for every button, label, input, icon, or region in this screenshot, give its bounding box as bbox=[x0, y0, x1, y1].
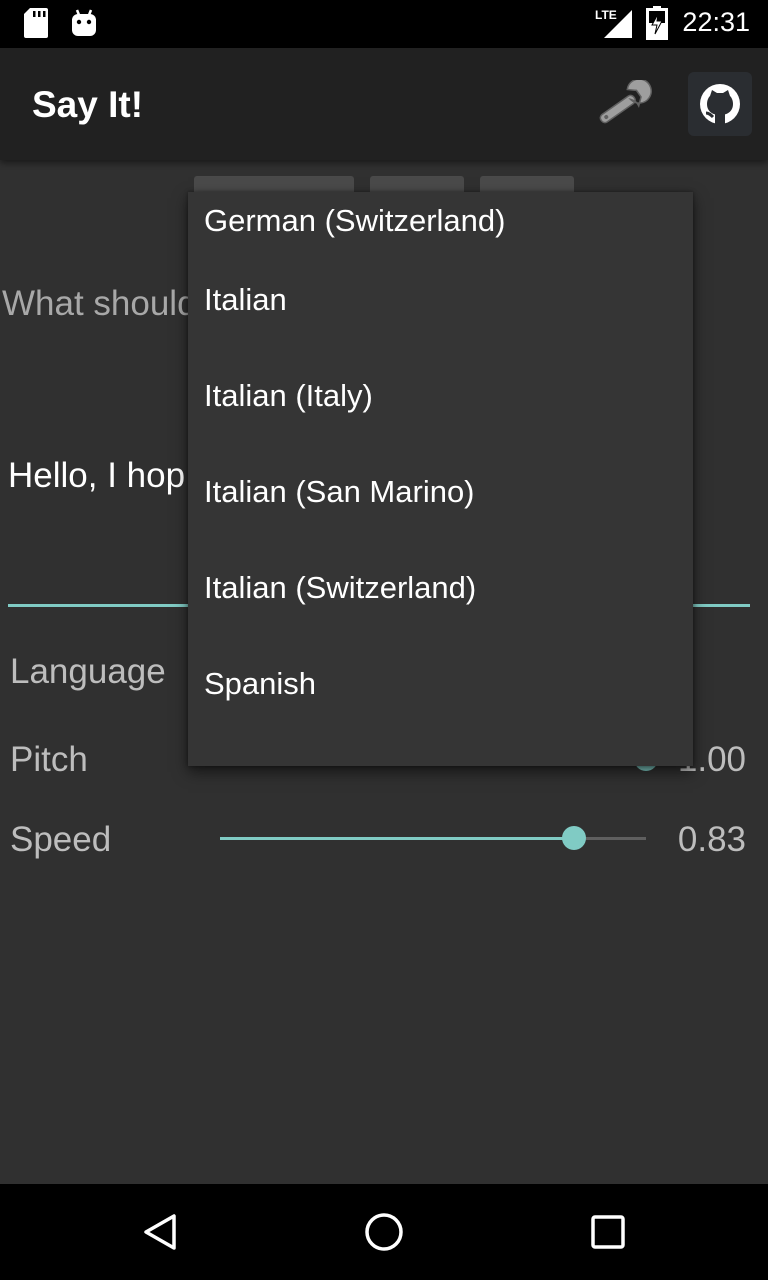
home-icon[interactable] bbox=[360, 1208, 408, 1256]
language-option[interactable]: Spanish bbox=[188, 636, 693, 732]
github-button[interactable] bbox=[688, 72, 752, 136]
back-icon[interactable] bbox=[136, 1208, 184, 1256]
speed-slider-thumb[interactable] bbox=[561, 826, 586, 850]
android-icon bbox=[72, 9, 96, 36]
language-label: Language bbox=[10, 652, 166, 691]
language-option[interactable]: Italian (Switzerland) bbox=[188, 540, 693, 636]
battery-charging-icon bbox=[646, 6, 668, 40]
status-bar: LTE 22:31 bbox=[0, 0, 768, 48]
app-bar: Say It! bbox=[0, 48, 768, 160]
speed-label: Speed bbox=[10, 820, 112, 859]
speed-value: 0.83 bbox=[677, 820, 746, 859]
settings-button[interactable] bbox=[592, 78, 656, 128]
speed-slider-fill bbox=[220, 837, 574, 840]
github-icon bbox=[700, 84, 740, 124]
language-option[interactable]: Italian (Italy) bbox=[188, 348, 693, 444]
lte-signal-icon: LTE bbox=[595, 8, 632, 38]
network-type-label: LTE bbox=[595, 8, 617, 22]
wrench-icon bbox=[599, 78, 652, 124]
speech-input[interactable]: Hello, I hop bbox=[8, 456, 185, 496]
sd-card-icon bbox=[24, 8, 48, 38]
recents-icon[interactable] bbox=[584, 1208, 632, 1256]
language-option[interactable]: Italian (San Marino) bbox=[188, 444, 693, 540]
speed-slider[interactable] bbox=[220, 826, 646, 850]
navigation-bar bbox=[0, 1184, 768, 1280]
language-option[interactable]: German (Switzerland) bbox=[188, 192, 693, 252]
app-title: Say It! bbox=[32, 84, 144, 125]
pitch-label: Pitch bbox=[10, 740, 88, 779]
prompt-label: What should bbox=[2, 284, 197, 323]
language-option[interactable]: Italian bbox=[188, 252, 693, 348]
clock: 22:31 bbox=[682, 7, 750, 37]
language-dropdown-menu: German (Switzerland) Italian Italian (It… bbox=[188, 192, 693, 766]
